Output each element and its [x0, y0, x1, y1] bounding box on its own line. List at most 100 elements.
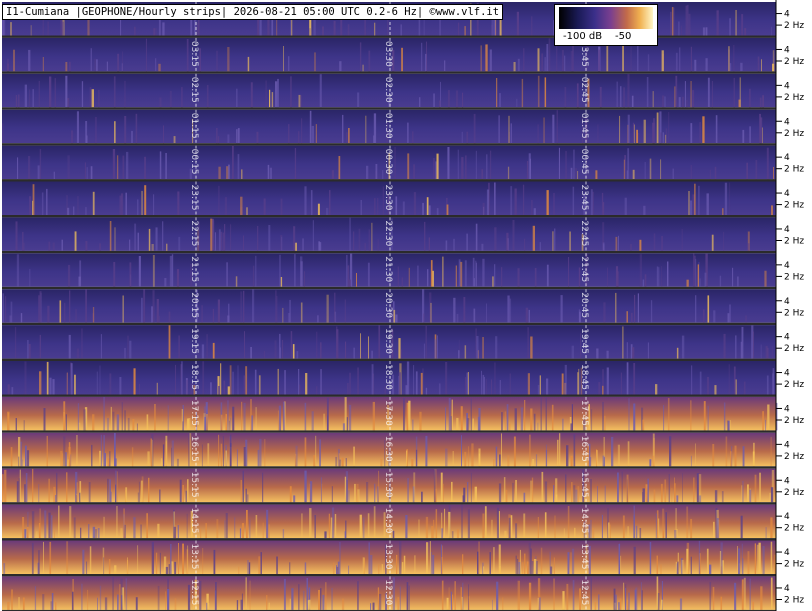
strip-burst	[371, 350, 373, 359]
strip-burst	[22, 517, 25, 539]
strip-burst	[401, 277, 403, 287]
strip-burst	[631, 312, 633, 323]
strip-burst	[67, 264, 71, 287]
colorbar-max-label: -50	[615, 31, 632, 42]
strip-burst	[754, 474, 757, 503]
strip-burst	[747, 243, 750, 251]
strip-burst	[158, 315, 160, 323]
strip-burst	[590, 189, 593, 215]
strip-burst	[160, 458, 163, 467]
strip-burst	[58, 505, 60, 539]
strip-burst	[531, 16, 533, 36]
strip-burst	[17, 157, 19, 180]
strip-burst	[237, 128, 240, 144]
strip-burst	[131, 447, 134, 467]
strip-burst	[652, 455, 655, 467]
strip-burst	[567, 506, 570, 539]
strip-burst	[256, 131, 259, 144]
strip-burst	[283, 46, 284, 72]
strip-burst	[266, 595, 268, 610]
strip-burst	[660, 564, 662, 574]
strip-burst	[735, 379, 737, 395]
strip-burst	[429, 292, 432, 323]
strip-burst	[280, 277, 283, 287]
strip-burst	[758, 542, 761, 574]
strip-burst	[747, 484, 749, 503]
strip-burst	[223, 380, 226, 395]
strip-burst	[739, 77, 741, 108]
strip-burst	[451, 481, 453, 503]
strip-burst	[67, 207, 70, 215]
strip-burst	[772, 50, 775, 72]
strip-burst	[283, 578, 286, 610]
strip-burst	[548, 38, 551, 72]
strip-burst	[245, 366, 248, 395]
strip-burst	[432, 554, 435, 574]
time-label: 19:30	[383, 328, 393, 354]
time-label: 20:45	[579, 292, 589, 318]
strip-burst	[607, 267, 608, 287]
strip-burst	[656, 576, 659, 610]
strip-burst	[411, 459, 414, 467]
strip-burst	[413, 192, 417, 215]
strip-burst	[745, 315, 747, 323]
strip-burst	[230, 224, 232, 251]
strip-burst	[61, 21, 64, 36]
strip-burst	[521, 78, 524, 108]
strip-burst	[407, 153, 410, 180]
strip-burst	[703, 401, 706, 431]
strip-burst	[27, 340, 29, 359]
time-label: 20:30	[383, 292, 393, 318]
strip-burst	[756, 544, 759, 574]
strip-burst	[341, 598, 345, 610]
time-label: 23:30	[383, 185, 393, 211]
strip-burst	[482, 513, 485, 539]
strip-burst	[470, 472, 472, 503]
strip-burst	[711, 81, 713, 108]
strip-burst	[94, 58, 96, 72]
strip-burst	[22, 597, 25, 610]
strip-burst	[159, 151, 162, 180]
strip-burst	[472, 418, 474, 431]
strip-burst	[165, 591, 167, 610]
strip-burst	[436, 153, 439, 180]
strip-burst	[604, 485, 606, 503]
strip-burst	[528, 153, 531, 180]
strip-burst	[309, 508, 312, 539]
strip-burst	[464, 345, 467, 359]
strip-burst	[109, 221, 112, 251]
strip-burst	[508, 115, 510, 144]
strip-burst	[770, 577, 773, 610]
strip-burst	[445, 448, 448, 467]
strip-burst	[749, 578, 751, 610]
strip-burst	[337, 561, 340, 574]
strip-burst	[452, 451, 454, 467]
strip-separator	[2, 394, 776, 397]
strip-burst	[771, 26, 772, 36]
strip-burst	[133, 517, 136, 539]
strip-burst	[214, 590, 217, 610]
strip-burst	[733, 77, 735, 108]
strip-burst	[187, 545, 189, 574]
strip-burst	[755, 160, 758, 180]
strip-burst	[627, 526, 629, 539]
strip-burst	[277, 368, 279, 395]
strip-burst	[322, 594, 325, 610]
strip-burst	[563, 528, 565, 539]
strip-burst	[370, 603, 372, 610]
strip-burst	[326, 397, 329, 431]
strip-burst	[747, 551, 750, 574]
strip-burst	[345, 458, 347, 467]
strip-burst	[467, 509, 470, 539]
strip-burst	[685, 5, 688, 36]
strip-burst	[483, 566, 485, 574]
strip-burst	[722, 208, 724, 215]
strip-burst	[466, 131, 469, 144]
time-label: 23:45	[579, 185, 589, 211]
strip-burst	[131, 130, 133, 144]
strip-burst	[296, 351, 299, 359]
strip-burst	[345, 471, 348, 503]
strip-burst	[630, 46, 632, 72]
strip-burst	[216, 50, 219, 72]
strip-burst	[137, 232, 139, 251]
